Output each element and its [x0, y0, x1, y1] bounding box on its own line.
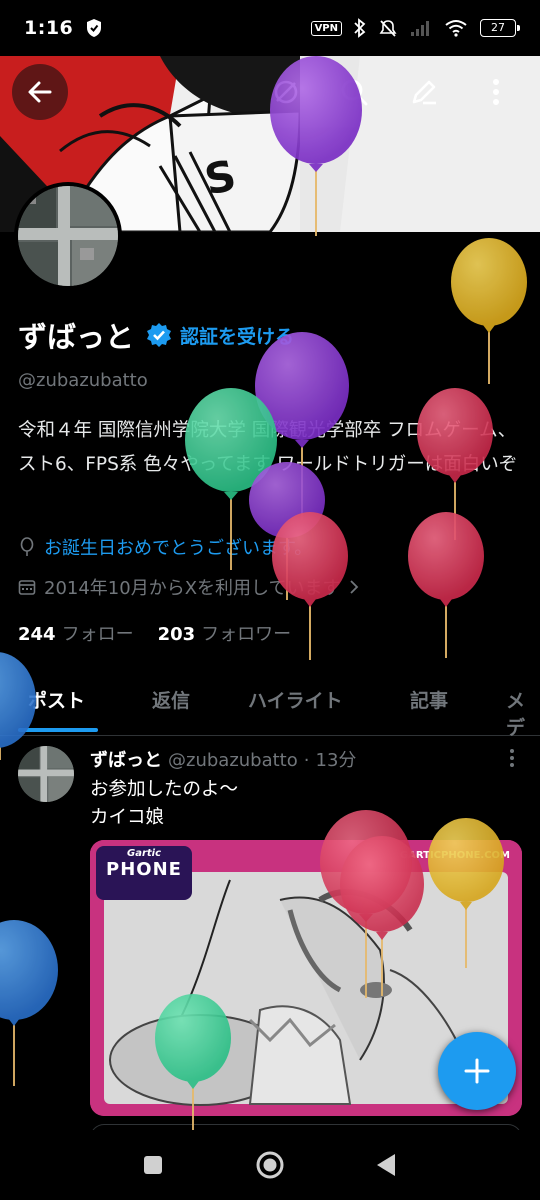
balloon-blue [0, 920, 58, 1086]
profile-avatar[interactable] [14, 182, 122, 290]
search-button[interactable] [326, 64, 382, 120]
avatar-aerial-image [18, 746, 74, 802]
birthday-text[interactable]: お誕生日おめでとうございます。 [44, 534, 312, 560]
balloon-icon [20, 537, 34, 556]
balloon-yellow [451, 238, 527, 384]
post-text: お参加したのよ〜 カイコ娘 [90, 779, 239, 828]
more-vertical-icon [493, 79, 499, 105]
gartic-url: GARTICPHONE.COM [399, 850, 510, 861]
status-bar: 1:16 VPN 27 [0, 0, 540, 56]
following-label: フォロー [61, 624, 134, 645]
follow-stats: 244 フォロー 203 フォロワー [18, 620, 291, 646]
verified-badge-icon [147, 323, 172, 347]
signal-icon [411, 21, 429, 36]
edit-profile-button[interactable] [396, 64, 452, 120]
avatar-aerial-image [18, 186, 118, 286]
followers-link[interactable]: 203 フォロワー [158, 620, 292, 646]
following-link[interactable]: 244 フォロー [18, 620, 134, 646]
get-verified-link[interactable]: 認証を受ける [180, 322, 294, 349]
calendar-icon [18, 580, 36, 595]
post-author-avatar[interactable] [18, 746, 74, 802]
gartic-logo: Gartic PHONE [98, 848, 190, 898]
circle-icon [256, 1151, 284, 1179]
tab-replies[interactable]: 返信 [152, 686, 190, 713]
system-navigation-bar [0, 1130, 540, 1200]
post-time: 13分 [315, 750, 357, 771]
tab-posts[interactable]: ポスト [28, 686, 85, 713]
compose-post-button[interactable] [438, 1032, 516, 1110]
wifi-icon [445, 20, 467, 37]
gartic-logo-bottom: PHONE [106, 859, 182, 880]
profile-name-row: ずばっと 認証を受ける [18, 314, 294, 356]
balloon-red [408, 512, 484, 658]
mute-icon [379, 20, 397, 37]
square-icon [144, 1156, 162, 1174]
joined-text: 2014年10月からXを利用しています [44, 578, 341, 599]
status-time: 1:16 [24, 17, 74, 39]
grok-button[interactable] [258, 64, 314, 120]
following-count: 244 [18, 624, 56, 645]
post-meta-separator: · [303, 750, 310, 771]
tab-articles[interactable]: 記事 [410, 686, 448, 713]
profile-tabs: ポスト 返信 ハイライト 記事 メデ [0, 672, 540, 739]
profile-bio: 令和４年 国際信州学院大学 国際観光学部卒 フロムゲーム、スト6、FPS系 色々… [18, 420, 518, 475]
triangle-back-icon [377, 1154, 395, 1176]
display-name: ずばっと [18, 320, 135, 354]
grok-icon [274, 80, 298, 104]
joined-row[interactable]: 2014年10月からXを利用しています [18, 574, 359, 600]
more-vertical-icon [510, 749, 514, 767]
post-header: ずばっと @zubazubatto · 13分 [90, 746, 356, 772]
recents-button[interactable] [142, 1154, 164, 1176]
more-options-button[interactable] [468, 64, 524, 120]
profile-handle: @zubazubatto [18, 370, 148, 391]
shield-icon [87, 19, 102, 37]
gartic-logo-top: Gartic [126, 848, 162, 859]
birthday-row: お誕生日おめでとうございます。 [18, 534, 312, 560]
followers-count: 203 [157, 624, 196, 645]
arrow-left-icon [28, 81, 52, 103]
vpn-badge: VPN [310, 20, 342, 36]
search-icon [341, 79, 368, 106]
back-nav-button[interactable] [374, 1152, 398, 1178]
post-author-handle: @zubazubatto [168, 750, 298, 771]
pencil-icon [412, 80, 436, 105]
back-button[interactable] [12, 64, 68, 120]
plus-icon [464, 1058, 490, 1084]
status-icons: VPN 27 [310, 18, 520, 38]
bluetooth-icon [354, 18, 366, 38]
post-more-button[interactable] [504, 748, 520, 768]
tab-highlights[interactable]: ハイライト [248, 686, 343, 713]
chevron-right-icon [349, 580, 358, 594]
tab-media[interactable]: メデ [506, 686, 540, 740]
home-button[interactable] [255, 1150, 285, 1180]
active-tab-indicator [18, 728, 98, 732]
post-author-name[interactable]: ずばっと [90, 746, 162, 772]
followers-label: フォロワー [201, 624, 292, 645]
battery-indicator: 27 [480, 19, 520, 37]
